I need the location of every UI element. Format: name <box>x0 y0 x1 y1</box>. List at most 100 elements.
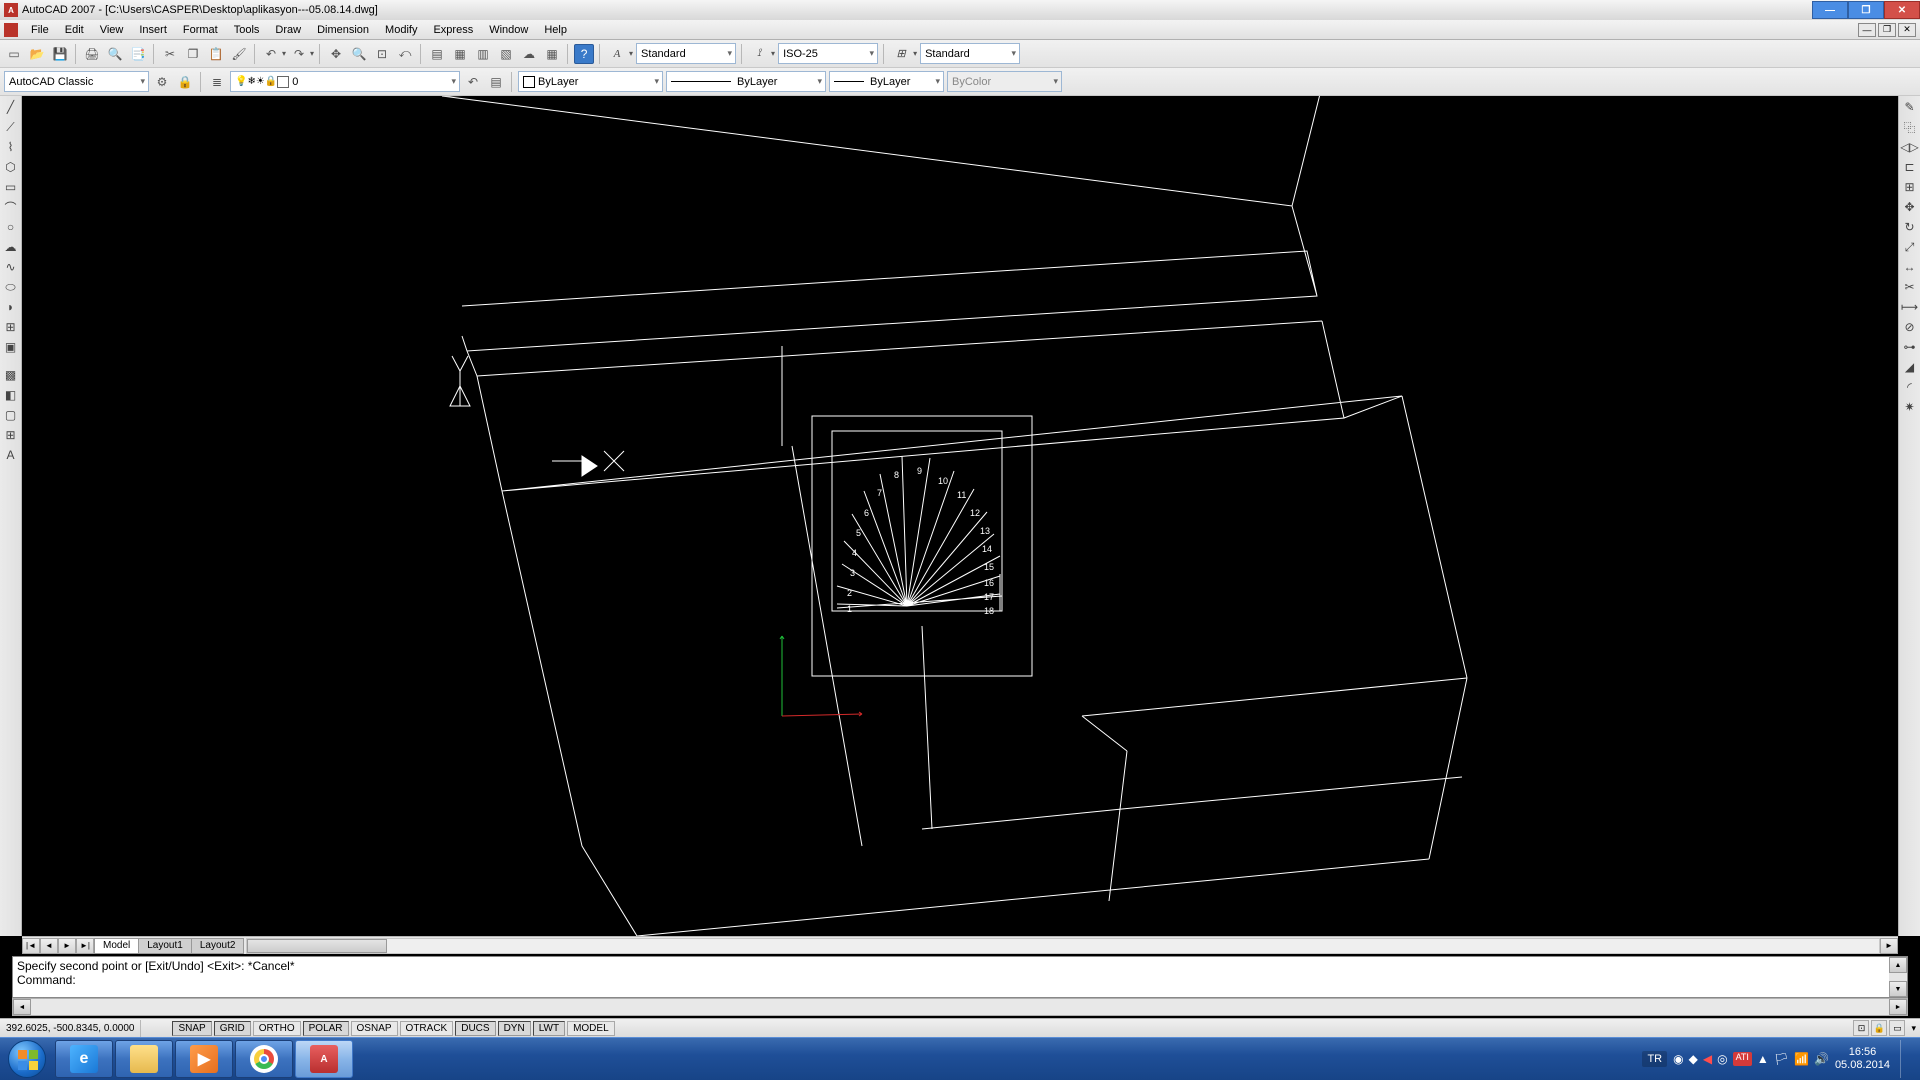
tab-next-icon[interactable]: ► <box>58 938 76 954</box>
model-toggle[interactable]: MODEL <box>567 1021 615 1036</box>
tray-app-icon[interactable]: ▲ <box>1757 1052 1769 1066</box>
insert-icon[interactable]: ⊞ <box>2 318 20 336</box>
tablestyle-arrow[interactable]: ▾ <box>913 49 917 58</box>
cmd-scroll-down-icon[interactable]: ▼ <box>1889 981 1907 997</box>
pan-icon[interactable]: ✥ <box>326 44 346 64</box>
revcloud-icon[interactable]: ☁ <box>2 238 20 256</box>
snap-toggle[interactable]: SNAP <box>172 1021 211 1036</box>
status-lock-icon[interactable]: 🔒 <box>1871 1020 1887 1036</box>
show-desktop[interactable] <box>1900 1040 1912 1078</box>
ortho-toggle[interactable]: ORTHO <box>253 1021 301 1036</box>
menu-insert[interactable]: Insert <box>132 22 174 38</box>
redo-icon[interactable]: ↷ <box>289 44 309 64</box>
mirror-icon[interactable]: ◁▷ <box>1901 138 1919 156</box>
arc-icon[interactable]: ⌒ <box>2 198 20 216</box>
hatch-icon[interactable]: ▩ <box>2 366 20 384</box>
task-ie[interactable]: e <box>55 1040 113 1078</box>
rectangle-icon[interactable]: ▭ <box>2 178 20 196</box>
toolpalettes-icon[interactable]: ▥ <box>473 44 493 64</box>
menu-format[interactable]: Format <box>176 22 225 38</box>
tray-app-icon[interactable]: ◎ <box>1717 1052 1727 1066</box>
menu-edit[interactable]: Edit <box>58 22 91 38</box>
tab-prev-icon[interactable]: ◄ <box>40 938 58 954</box>
copy-icon[interactable]: ❐ <box>183 44 203 64</box>
mtext-icon[interactable]: A <box>2 446 20 464</box>
rotate-icon[interactable]: ↻ <box>1901 218 1919 236</box>
region-icon[interactable]: ▢ <box>2 406 20 424</box>
menu-tools[interactable]: Tools <box>227 22 267 38</box>
network-icon[interactable]: 📶 <box>1794 1052 1809 1066</box>
gradient-icon[interactable]: ◧ <box>2 386 20 404</box>
status-tray-icon[interactable]: ⊡ <box>1853 1020 1869 1036</box>
tray-app-icon[interactable]: ◉ <box>1673 1052 1683 1066</box>
erase-icon[interactable]: ✎ <box>1901 98 1919 116</box>
taskbar-clock[interactable]: 16:56 05.08.2014 <box>1835 1046 1890 1072</box>
undo-dropdown[interactable]: ▾ <box>282 49 286 58</box>
tablestyle-dropdown[interactable]: Standard <box>920 43 1020 64</box>
hscroll-right-icon[interactable]: ► <box>1880 938 1898 954</box>
volume-icon[interactable]: 🔊 <box>1814 1052 1829 1066</box>
textstyle-arrow[interactable]: ▾ <box>629 49 633 58</box>
polar-toggle[interactable]: POLAR <box>303 1021 349 1036</box>
cmd-scroll-up-icon[interactable]: ▲ <box>1889 957 1907 973</box>
sheetset-icon[interactable]: ▧ <box>496 44 516 64</box>
start-button[interactable] <box>0 1039 54 1079</box>
dimstyle-dropdown[interactable]: ISO-25 <box>778 43 878 64</box>
paste-icon[interactable]: 📋 <box>206 44 226 64</box>
task-explorer[interactable] <box>115 1040 173 1078</box>
array-icon[interactable]: ⊞ <box>1901 178 1919 196</box>
block-icon[interactable]: ▣ <box>2 338 20 356</box>
plot-preview-icon[interactable]: 🔍 <box>105 44 125 64</box>
break-icon[interactable]: ⊘ <box>1901 318 1919 336</box>
menu-dimension[interactable]: Dimension <box>310 22 376 38</box>
layer-dropdown[interactable]: 💡❄☀🔒 0 <box>230 71 460 92</box>
command-prompt[interactable]: Command: <box>17 973 1903 987</box>
layer-states-icon[interactable]: ▤ <box>486 72 506 92</box>
dimstyle-icon[interactable]: ⟟ <box>748 44 770 64</box>
tray-icons[interactable]: ◉ ◆ ◀ ◎ ATI ▲ 🏳 📶 🔊 <box>1673 1052 1829 1066</box>
mdi-close[interactable]: ✕ <box>1898 23 1916 37</box>
zoom-win-icon[interactable]: ⊡ <box>372 44 392 64</box>
hscroll-track[interactable] <box>246 938 1880 954</box>
publish-icon[interactable]: 📑 <box>128 44 148 64</box>
dimstyle-arrow[interactable]: ▾ <box>771 49 775 58</box>
explode-icon[interactable]: ✷ <box>1901 398 1919 416</box>
extend-icon[interactable]: ⟼ <box>1901 298 1919 316</box>
menu-window[interactable]: Window <box>482 22 535 38</box>
new-icon[interactable]: ▭ <box>4 44 24 64</box>
matchprop-icon[interactable]: 🖌 <box>229 44 249 64</box>
join-icon[interactable]: ⊶ <box>1901 338 1919 356</box>
spline-icon[interactable]: ∿ <box>2 258 20 276</box>
polyline-icon[interactable]: ⌇ <box>2 138 20 156</box>
copy-obj-icon[interactable]: ⿻ <box>1901 118 1919 136</box>
tray-app-icon[interactable]: ◀ <box>1703 1052 1712 1066</box>
otrack-toggle[interactable]: OTRACK <box>400 1021 454 1036</box>
line-icon[interactable]: ╱ <box>2 98 20 116</box>
tray-app-icon[interactable]: ATI <box>1733 1052 1752 1066</box>
textstyle-icon[interactable]: A <box>606 44 628 64</box>
cmd-hscroll-left-icon[interactable]: ◄ <box>13 999 31 1015</box>
lwt-toggle[interactable]: LWT <box>533 1021 565 1036</box>
xline-icon[interactable]: ⟋ <box>2 118 20 136</box>
task-autocad[interactable]: A <box>295 1040 353 1078</box>
markup-icon[interactable]: ☁ <box>519 44 539 64</box>
zoom-rt-icon[interactable]: 🔍 <box>349 44 369 64</box>
quickcalc-icon[interactable]: ▦ <box>542 44 562 64</box>
trim-icon[interactable]: ✂ <box>1901 278 1919 296</box>
textstyle-dropdown[interactable]: Standard <box>636 43 736 64</box>
menu-view[interactable]: View <box>93 22 131 38</box>
tab-last-icon[interactable]: ►| <box>76 938 94 954</box>
open-icon[interactable]: 📂 <box>27 44 47 64</box>
polygon-icon[interactable]: ⬡ <box>2 158 20 176</box>
redo-dropdown[interactable]: ▾ <box>310 49 314 58</box>
dyn-toggle[interactable]: DYN <box>498 1021 531 1036</box>
window-restore[interactable]: ❐ <box>1848 1 1884 19</box>
save-icon[interactable]: 💾 <box>50 44 70 64</box>
mdi-minimize[interactable]: — <box>1858 23 1876 37</box>
circle-icon[interactable]: ○ <box>2 218 20 236</box>
command-window[interactable]: Specify second point or [Exit/Undo] <Exi… <box>12 956 1908 998</box>
tab-first-icon[interactable]: |◄ <box>22 938 40 954</box>
tab-layout1[interactable]: Layout1 <box>138 938 192 954</box>
help-icon[interactable]: ? <box>574 44 594 64</box>
menu-draw[interactable]: Draw <box>268 22 308 38</box>
